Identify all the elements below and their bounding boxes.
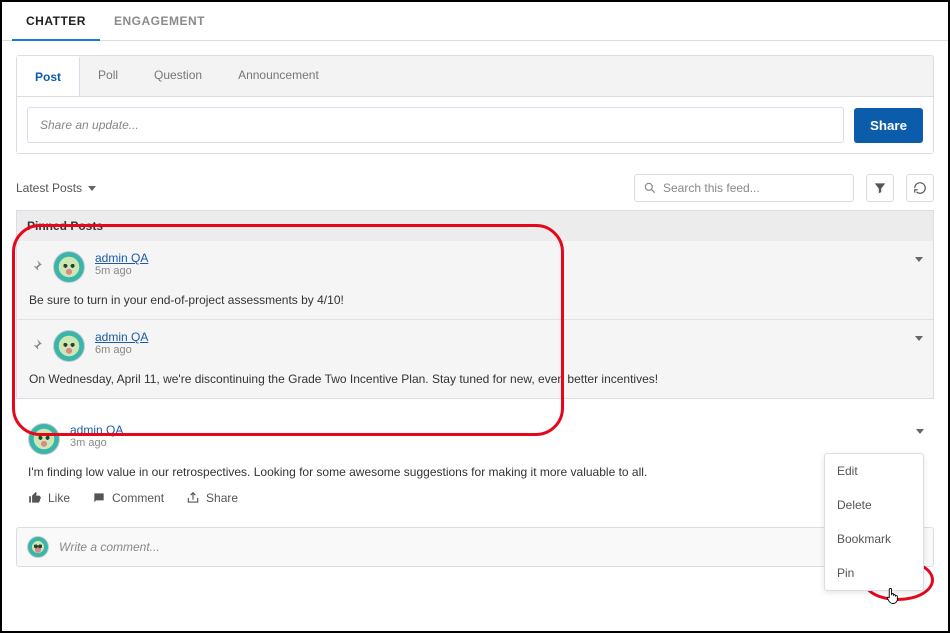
composer-tab-poll[interactable]: Poll <box>80 56 136 96</box>
feed-toolbar: Latest Posts Search this feed... <box>16 174 934 202</box>
comment-input[interactable]: Write a comment... <box>59 540 923 554</box>
share-button[interactable]: Share <box>854 108 923 143</box>
pin-icon <box>29 338 43 352</box>
post-menu-button[interactable] <box>916 423 924 437</box>
sort-label: Latest Posts <box>16 181 82 195</box>
composer: Post Poll Question Announcement Share an… <box>16 55 934 154</box>
composer-input-row: Share an update... Share <box>17 96 933 153</box>
chevron-down-icon <box>88 186 96 191</box>
menu-item-delete[interactable]: Delete <box>825 488 923 522</box>
post-body: I'm finding low value in our retrospecti… <box>28 465 922 479</box>
comment-label: Comment <box>112 491 164 505</box>
post-timestamp: 5m ago <box>95 265 148 277</box>
comment-button[interactable]: Comment <box>92 491 164 505</box>
menu-item-pin[interactable]: Pin <box>825 556 923 590</box>
pinned-feed: admin QA 5m ago Be sure to turn in your … <box>16 241 934 399</box>
search-icon <box>643 181 657 195</box>
share-button-post[interactable]: Share <box>186 491 238 505</box>
share-icon <box>186 491 200 505</box>
post-timestamp: 3m ago <box>70 437 123 449</box>
avatar[interactable] <box>28 423 60 455</box>
search-placeholder: Search this feed... <box>663 181 760 195</box>
app-frame: CHATTER ENGAGEMENT Post Poll Question An… <box>0 0 950 633</box>
avatar[interactable] <box>53 330 85 362</box>
share-label: Share <box>206 491 238 505</box>
avatar[interactable] <box>53 251 85 283</box>
menu-item-bookmark[interactable]: Bookmark <box>825 522 923 556</box>
comment-icon <box>92 491 106 505</box>
avatar[interactable] <box>27 536 49 558</box>
chevron-down-icon <box>916 429 924 434</box>
like-button[interactable]: Like <box>28 491 70 505</box>
comment-composer: Write a comment... <box>16 527 934 567</box>
post-menu-button[interactable] <box>915 251 923 265</box>
composer-tab-announcement[interactable]: Announcement <box>220 56 337 96</box>
pinned-posts-header: Pinned Posts <box>16 210 934 241</box>
chevron-down-icon <box>915 336 923 341</box>
refresh-button[interactable] <box>906 174 934 202</box>
search-input[interactable]: Search this feed... <box>634 174 854 202</box>
top-tab-engagement[interactable]: ENGAGEMENT <box>100 2 219 40</box>
refresh-icon <box>913 181 927 195</box>
filter-icon <box>873 181 887 195</box>
filter-button[interactable] <box>866 174 894 202</box>
chevron-down-icon <box>915 257 923 262</box>
post-dropdown-menu: Edit Delete Bookmark Pin <box>824 453 924 591</box>
menu-item-edit[interactable]: Edit <box>825 454 923 488</box>
composer-tab-question[interactable]: Question <box>136 56 220 96</box>
composer-tab-post[interactable]: Post <box>16 56 80 96</box>
post-timestamp: 6m ago <box>95 344 148 356</box>
feed-post: admin QA 3m ago I'm finding low value in… <box>16 413 934 517</box>
pinned-post: admin QA 6m ago On Wednesday, April 11, … <box>17 320 933 398</box>
post-author-link[interactable]: admin QA <box>95 251 148 265</box>
like-label: Like <box>48 491 70 505</box>
sort-dropdown[interactable]: Latest Posts <box>16 181 96 195</box>
top-tabs: CHATTER ENGAGEMENT <box>2 2 948 41</box>
post-actions: Like Comment Share <box>28 491 922 505</box>
thumbs-up-icon <box>28 491 42 505</box>
post-author-link[interactable]: admin QA <box>95 330 148 344</box>
post-menu-button[interactable] <box>915 330 923 344</box>
post-author-link[interactable]: admin QA <box>70 423 123 437</box>
post-body: On Wednesday, April 11, we're discontinu… <box>29 372 921 386</box>
composer-tabs: Post Poll Question Announcement <box>17 56 933 96</box>
composer-input[interactable]: Share an update... <box>27 107 844 143</box>
top-tab-chatter[interactable]: CHATTER <box>12 2 100 40</box>
post-body: Be sure to turn in your end-of-project a… <box>29 293 921 307</box>
pinned-post: admin QA 5m ago Be sure to turn in your … <box>17 241 933 320</box>
pin-icon <box>29 259 43 273</box>
